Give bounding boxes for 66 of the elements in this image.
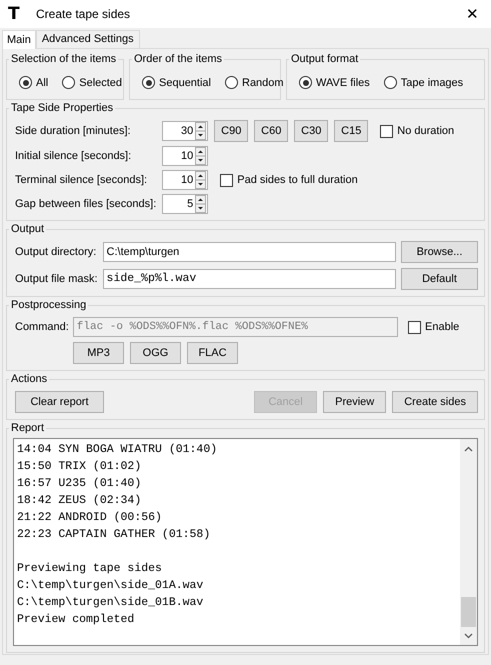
spin-arrows-icon[interactable] xyxy=(195,122,206,140)
radio-option[interactable]: Random xyxy=(225,76,284,89)
report-line: 22:23 CAPTAIN GATHER (01:58) xyxy=(17,527,212,543)
field-label: Output directory: xyxy=(15,246,98,258)
tab[interactable]: Main xyxy=(2,30,36,49)
field-button[interactable]: Browse... xyxy=(401,241,478,263)
spin-field[interactable]: 10 xyxy=(162,146,208,166)
radio-option[interactable]: WAVE files xyxy=(299,76,370,89)
radio-icon[interactable] xyxy=(384,76,397,89)
app-icon: T xyxy=(8,4,22,24)
radio-option[interactable]: Tape images xyxy=(384,76,464,89)
checkbox[interactable] xyxy=(380,124,394,138)
report-line: 14:04 SYN BOGA WIATRU (01:40) xyxy=(17,442,218,458)
group-title: Postprocessing xyxy=(10,299,88,311)
checkbox-option[interactable]: No duration xyxy=(380,124,454,138)
spin-field[interactable]: 30 xyxy=(162,121,208,141)
report-line: 16:57 U235 (01:40) xyxy=(17,476,142,492)
preset-button[interactable]: C60 xyxy=(254,120,288,142)
radio-icon[interactable] xyxy=(225,76,238,89)
field-label: Command: xyxy=(15,321,69,333)
report-line: Preview completed xyxy=(17,612,136,628)
spin-arrows-icon[interactable] xyxy=(195,195,206,213)
scrollbar[interactable] xyxy=(460,439,477,645)
group-title: Actions xyxy=(10,373,48,385)
window-title: Create tape sides xyxy=(36,7,130,21)
report-line: Previewing tape sides xyxy=(17,561,163,577)
text-field[interactable]: side_%p%l.wav xyxy=(102,269,396,289)
group-title: Selection of the items xyxy=(10,53,118,65)
group-title: Tape Side Properties xyxy=(10,102,114,114)
field-label: Side duration [minutes]: xyxy=(15,125,132,137)
group-title: Output format xyxy=(290,53,360,65)
checkbox-option[interactable]: Pad sides to full duration xyxy=(220,174,358,186)
field-button[interactable]: Default xyxy=(401,268,478,290)
group-title: Report xyxy=(10,422,46,434)
radio-option[interactable]: Selected xyxy=(62,76,122,89)
field-label: Gap between files [seconds]: xyxy=(15,198,156,210)
preset-button[interactable]: C30 xyxy=(294,120,328,142)
radio-icon[interactable] xyxy=(19,76,32,89)
radio-icon[interactable] xyxy=(299,76,312,89)
group-title: Order of the items xyxy=(133,53,224,65)
preset-button[interactable]: C90 xyxy=(214,120,248,142)
action-button[interactable]: Create sides xyxy=(392,391,478,413)
radio-option[interactable]: All xyxy=(19,76,48,89)
report-line: C:\temp\turgen\side_01B.wav xyxy=(17,595,204,611)
preset-button[interactable]: C15 xyxy=(334,120,368,142)
action-button[interactable]: Preview xyxy=(323,391,386,413)
report-line: 15:50 TRIX (01:02) xyxy=(17,459,142,475)
field-label: Terminal silence [seconds]: xyxy=(15,174,148,186)
group-title: Output xyxy=(10,223,46,235)
spin-field[interactable]: 5 xyxy=(162,194,208,214)
checkbox[interactable] xyxy=(220,174,234,186)
radio-icon[interactable] xyxy=(62,76,76,89)
text-field[interactable]: C:\temp\turgen xyxy=(102,242,396,262)
spin-field[interactable]: 10 xyxy=(162,170,208,190)
spin-arrows-icon[interactable] xyxy=(195,147,206,165)
field-label: Initial silence [seconds]: xyxy=(15,150,132,162)
radio-icon[interactable] xyxy=(142,76,155,89)
action-button[interactable]: Clear report xyxy=(15,391,104,413)
field-label: Output file mask: xyxy=(15,273,98,285)
report-line: 18:42 ZEUS (02:34) xyxy=(17,493,142,509)
spin-arrows-icon[interactable] xyxy=(195,171,206,189)
report-line: 21:22 ANDROID (00:56) xyxy=(17,510,163,526)
report-line: C:\temp\turgen\side_01A.wav xyxy=(17,578,204,594)
radio-option[interactable]: Sequential xyxy=(142,76,211,89)
close-button[interactable]: ✕ xyxy=(462,5,483,23)
tab[interactable]: Advanced Settings xyxy=(36,30,140,48)
